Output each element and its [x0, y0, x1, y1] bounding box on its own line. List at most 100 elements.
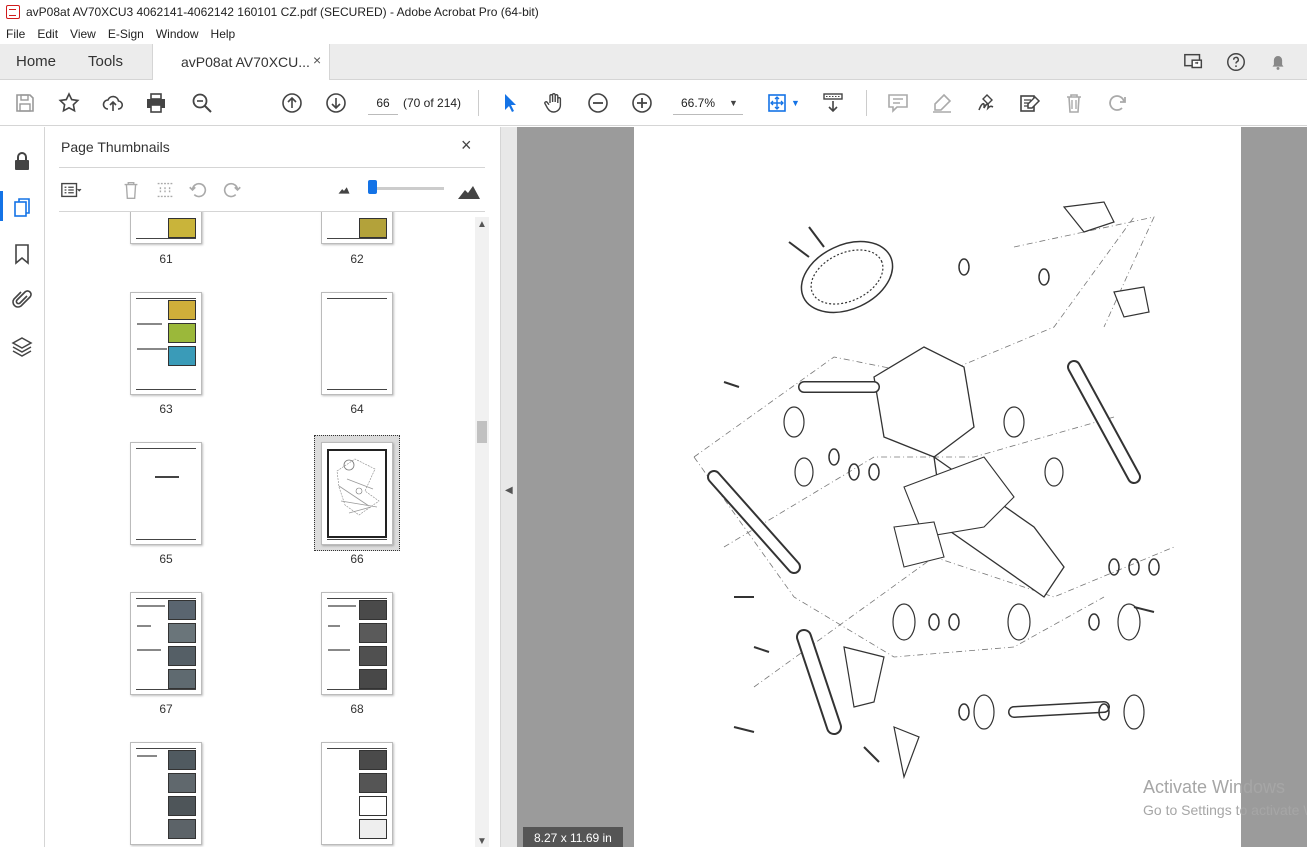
menu-esign[interactable]: E-Sign [108, 27, 144, 41]
tab-close-icon[interactable]: × [313, 52, 321, 68]
thumbnail-photo [168, 819, 196, 839]
thumbnail-page-number: 66 [350, 552, 364, 566]
lock-security-icon[interactable] [10, 149, 34, 173]
thumbnail-photo [359, 646, 387, 666]
zoom-out-icon[interactable] [586, 91, 610, 115]
thumbnail-photo [168, 773, 196, 793]
zoom-search-icon[interactable] [190, 91, 214, 115]
exploded-parts-diagram [693, 201, 1175, 780]
large-thumbnails-icon[interactable] [457, 179, 480, 201]
thumbnail-photo [168, 796, 196, 816]
thumbnail-scrollbar[interactable]: ▲ ▼ [475, 217, 489, 847]
thumbnail-photo [168, 669, 196, 689]
scroll-down-arrow-icon[interactable]: ▼ [477, 836, 487, 847]
thumbnail-photo [359, 819, 387, 839]
tab-document[interactable]: avP08at AV70XCU... × [152, 44, 330, 81]
save-icon[interactable] [13, 91, 37, 115]
menu-bar: File Edit View E-Sign Window Help [0, 24, 1307, 44]
star-bookmark-icon[interactable] [57, 91, 81, 115]
thumbnail-photo [168, 300, 196, 320]
thumbnail-options-icon[interactable] [60, 179, 82, 201]
page-thumbnail-68[interactable] [321, 592, 393, 695]
thumbnail-page-number: 64 [350, 402, 364, 416]
thumbnail-photo [359, 669, 387, 689]
fit-page-icon[interactable] [765, 91, 789, 115]
tab-document-label: avP08at AV70XCU... [181, 54, 310, 70]
panel-title: Page Thumbnails [61, 139, 170, 155]
zoom-dropdown-icon[interactable]: ▼ [729, 98, 738, 108]
thumbnail-diagram-preview [336, 458, 380, 516]
page-thumbnail-67[interactable] [130, 592, 202, 695]
tab-bar: Home Tools avP08at AV70XCU... × [0, 44, 1307, 81]
delete-pages-icon[interactable] [120, 179, 142, 201]
activation-watermark-subtitle: Go to Settings to activate Windows. [1143, 802, 1307, 818]
thumbnail-page-number: 65 [159, 552, 173, 566]
navigation-rail [0, 127, 45, 847]
scroll-up-arrow-icon[interactable]: ▲ [477, 219, 487, 230]
thumbnail-page-number: 63 [159, 402, 173, 416]
page-thumbnails-icon[interactable] [10, 195, 34, 219]
notifications-bell-icon[interactable] [1267, 51, 1289, 73]
page-thumbnail-61[interactable] [130, 212, 202, 244]
bookmark-icon[interactable] [10, 242, 34, 266]
thumbnail-photo [168, 750, 196, 770]
fit-dropdown-icon[interactable]: ▼ [791, 98, 800, 108]
page-number-input[interactable] [368, 91, 398, 115]
draw-sign-icon[interactable] [974, 91, 998, 115]
rotate-left-icon[interactable] [187, 179, 209, 201]
page-thumbnail-66[interactable] [321, 442, 393, 545]
highlight-pen-icon[interactable] [930, 91, 954, 115]
thumbnail-size-slider-track[interactable] [370, 187, 444, 190]
select-cursor-icon[interactable] [498, 91, 522, 115]
comment-icon[interactable] [886, 91, 910, 115]
window-title: avP08at AV70XCU3 4062141-4062142 160101 … [26, 5, 539, 19]
pdf-page [634, 127, 1241, 847]
zoom-in-icon[interactable] [630, 91, 654, 115]
upload-cloud-icon[interactable] [101, 91, 125, 115]
menu-view[interactable]: View [70, 27, 96, 41]
thumbnail-photo [359, 773, 387, 793]
extract-pages-icon[interactable] [154, 179, 176, 201]
previous-page-icon[interactable] [280, 91, 304, 115]
page-thumbnail-65[interactable] [130, 442, 202, 545]
next-page-icon[interactable] [324, 91, 348, 115]
page-thumbnails-panel: Page Thumbnails × 61 62 63 64 65 66 67 6… [45, 127, 500, 847]
small-thumbnails-icon[interactable] [333, 179, 355, 201]
page-thumbnail-63[interactable] [130, 292, 202, 395]
thumbnail-list[interactable]: 61 62 63 64 65 66 67 68 [45, 212, 475, 847]
help-icon[interactable] [1225, 51, 1247, 73]
scroll-mode-icon[interactable] [821, 91, 845, 115]
thumbnail-size-slider-handle[interactable] [368, 180, 377, 194]
thumbnail-photo [168, 346, 196, 366]
panel-divider [59, 167, 485, 168]
document-view[interactable]: 8.27 x 11.69 in [517, 127, 1307, 847]
thumbnail-page-number: 61 [159, 252, 173, 266]
tab-home[interactable]: Home [16, 53, 56, 70]
page-thumbnail-62[interactable] [321, 212, 393, 244]
panel-close-icon[interactable]: × [461, 135, 472, 156]
attachment-paperclip-icon[interactable] [10, 288, 34, 312]
print-icon[interactable] [144, 91, 168, 115]
hand-pan-icon[interactable] [542, 91, 566, 115]
page-thumbnail-64[interactable] [321, 292, 393, 395]
toolbar-divider [478, 90, 479, 116]
page-size-label: 8.27 x 11.69 in [523, 827, 623, 847]
redo-icon[interactable] [1106, 91, 1130, 115]
scrollbar-thumb[interactable] [477, 421, 487, 443]
menu-help[interactable]: Help [211, 27, 236, 41]
tab-tools[interactable]: Tools [88, 53, 123, 70]
menu-window[interactable]: Window [156, 27, 199, 41]
rotate-right-icon[interactable] [221, 179, 243, 201]
menu-edit[interactable]: Edit [37, 27, 58, 41]
thumbnail-photo [359, 750, 387, 770]
page-thumbnail-69[interactable] [130, 742, 202, 845]
layers-icon[interactable] [10, 335, 34, 359]
panel-splitter[interactable]: ◀ [500, 127, 517, 847]
menu-file[interactable]: File [6, 27, 25, 41]
edit-pdf-icon[interactable] [1018, 91, 1042, 115]
thumbnail-diagram-frame [327, 449, 387, 538]
collapse-panel-arrow-icon[interactable]: ◀ [505, 485, 513, 496]
delete-trash-icon[interactable] [1062, 91, 1086, 115]
page-thumbnail-70[interactable] [321, 742, 393, 845]
share-screen-icon[interactable] [1183, 51, 1205, 73]
